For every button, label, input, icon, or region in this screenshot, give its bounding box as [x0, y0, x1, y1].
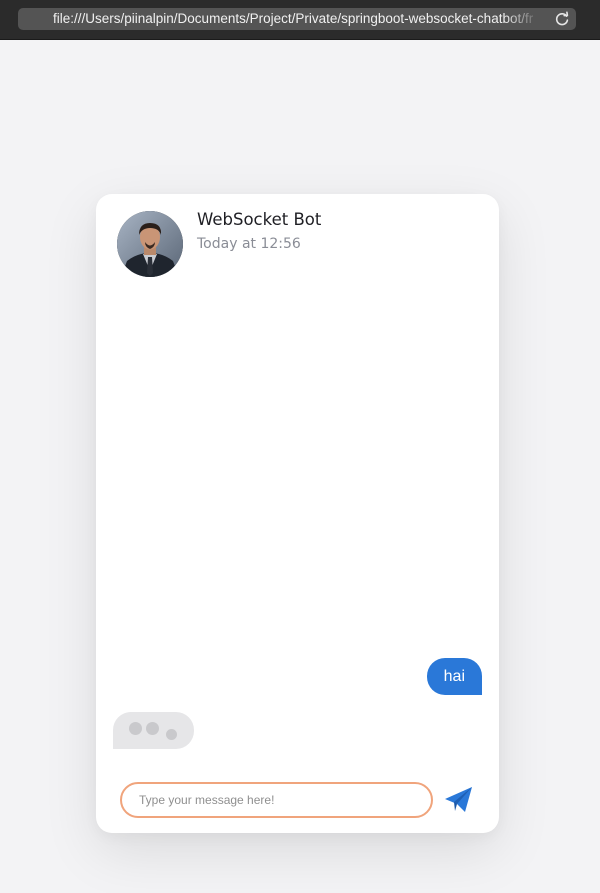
message-input[interactable]	[122, 784, 431, 816]
typing-dot	[129, 722, 142, 735]
reload-icon[interactable]	[554, 11, 570, 27]
address-bar[interactable]: file:///Users/piinalpin/Documents/Projec…	[18, 8, 576, 30]
bot-name: WebSocket Bot	[197, 210, 322, 229]
typing-dot	[166, 729, 177, 740]
last-seen-timestamp: Today at 12:56	[197, 236, 301, 252]
chat-window: WebSocket Bot Today at 12:56 hai	[96, 194, 499, 833]
send-button[interactable]	[443, 785, 475, 815]
message-input-container	[120, 782, 433, 818]
typing-dot	[146, 722, 159, 735]
address-bar-url[interactable]: file:///Users/piinalpin/Documents/Projec…	[53, 8, 542, 30]
browser-toolbar: file:///Users/piinalpin/Documents/Projec…	[0, 0, 600, 40]
bot-avatar	[117, 211, 183, 277]
message-list: hai	[96, 294, 499, 854]
paper-plane-icon[interactable]	[443, 785, 475, 815]
outgoing-message: hai	[426, 658, 482, 695]
typing-dots-icon	[113, 712, 194, 749]
